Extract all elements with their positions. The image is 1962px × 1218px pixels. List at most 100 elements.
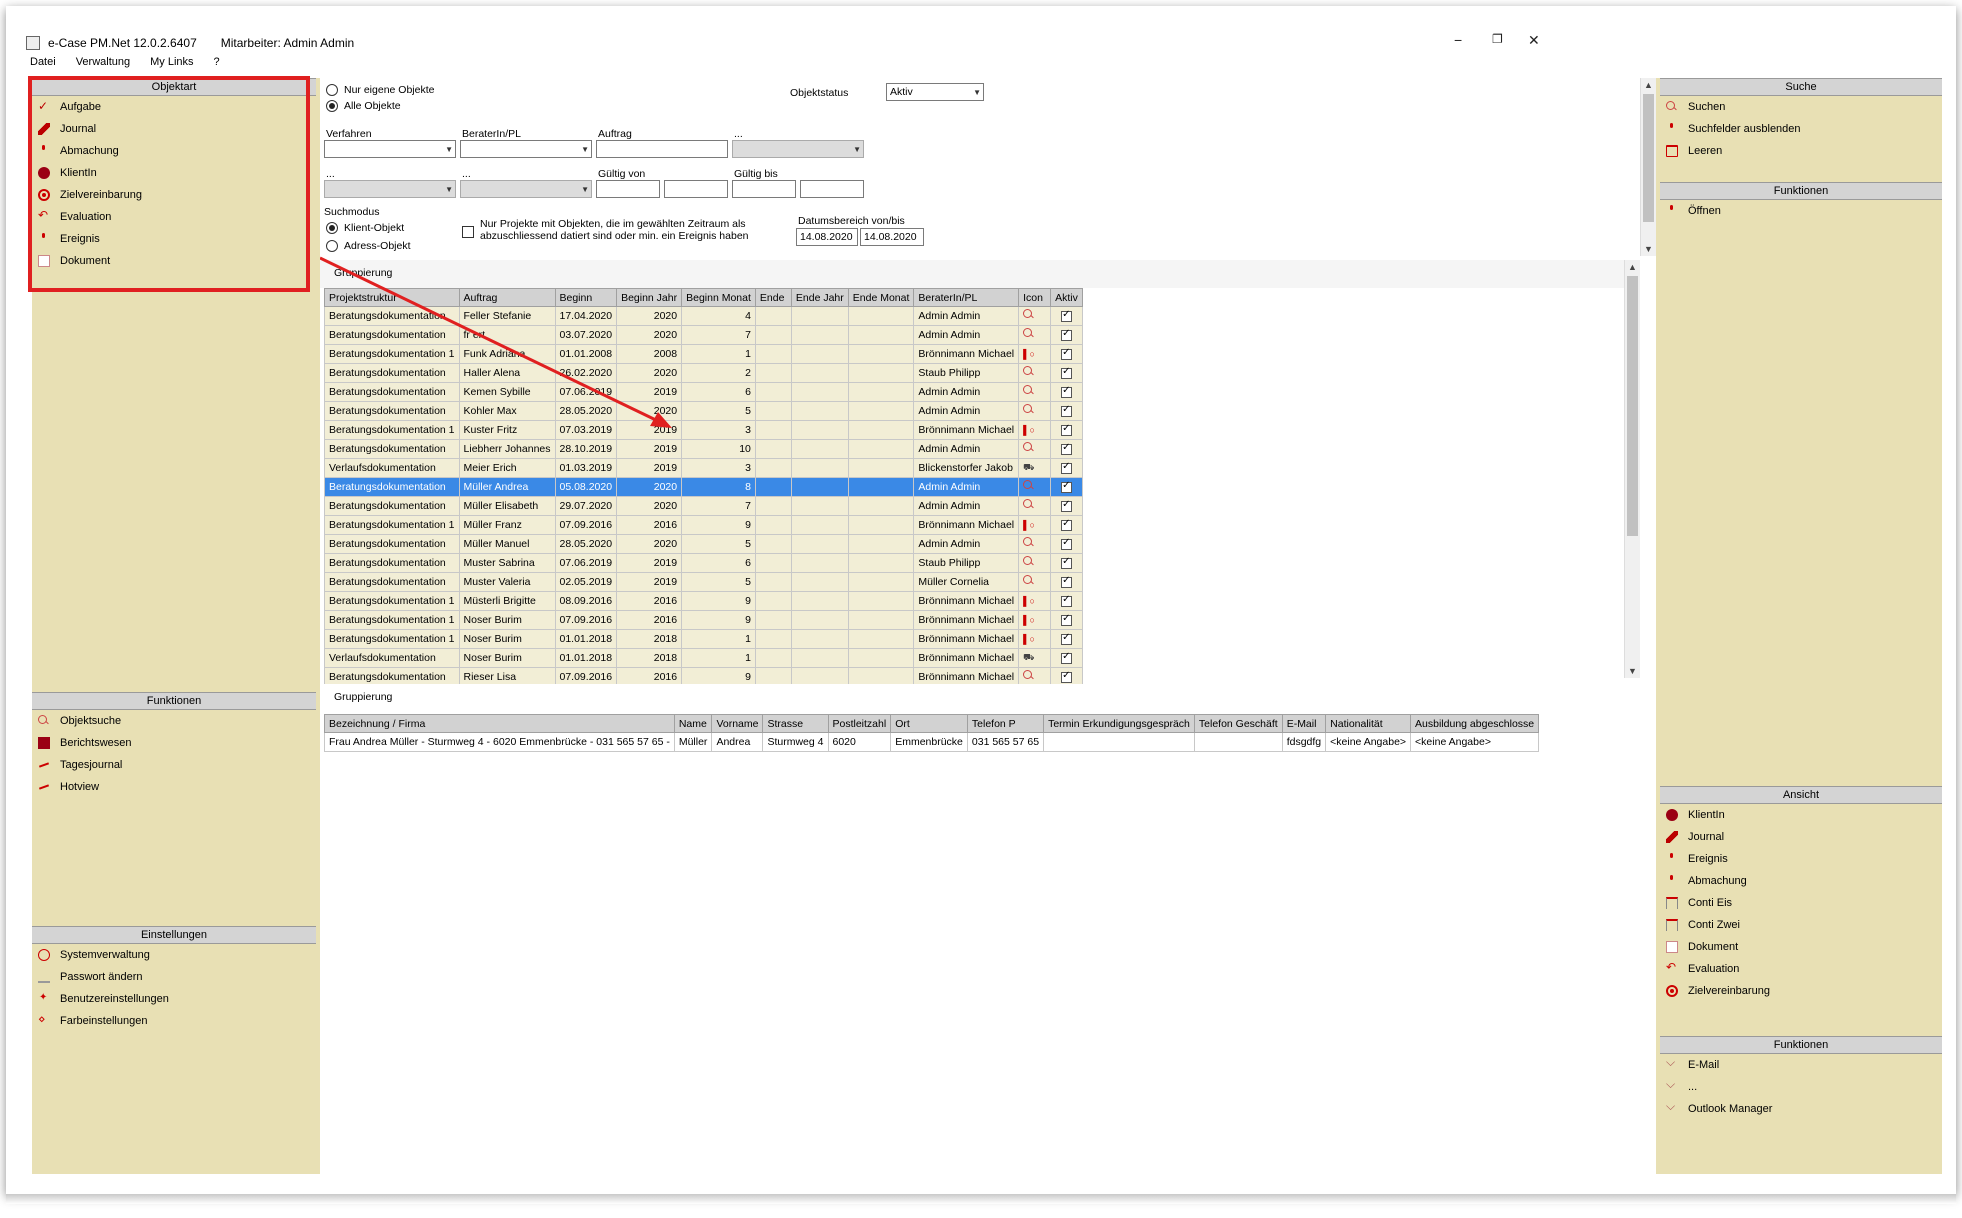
close-button[interactable]: ✕ xyxy=(1528,32,1540,49)
menu-verwaltung[interactable]: Verwaltung xyxy=(76,56,130,74)
aktiv-checkbox[interactable] xyxy=(1061,670,1073,683)
aktiv-checkbox[interactable] xyxy=(1061,594,1073,607)
table-row[interactable]: Beratungsdokumentation Müller Elisabeth 29… xyxy=(324,496,1084,516)
ansicht-item-dokument[interactable]: Dokument xyxy=(1660,936,1942,958)
table-row[interactable]: Beratungsdokumentation 1 Noser Burim 07.09… xyxy=(324,610,1084,630)
scroll-down-icon[interactable]: ▼ xyxy=(1644,244,1653,254)
table-row[interactable]: Beratungsdokumentation 1 Noser Burim 01.01… xyxy=(324,629,1084,649)
aktiv-checkbox[interactable] xyxy=(1061,575,1073,588)
date-from-input[interactable]: 14.08.2020 xyxy=(796,228,858,246)
ansicht-item-conti-eis[interactable]: Conti Eis xyxy=(1660,892,1942,914)
gueltig-bis-input-1[interactable] xyxy=(732,180,796,198)
objektart-item-dokument[interactable]: Dokument xyxy=(32,250,316,272)
menu-help[interactable]: ? xyxy=(214,56,220,74)
column-header-beginn-jahr[interactable]: Beginn Jahr xyxy=(616,288,683,307)
menu-my-links[interactable]: My Links xyxy=(150,56,193,74)
table-row[interactable]: Beratungsdokumentation 1 Müsterli Brigitt… xyxy=(324,591,1084,611)
address-column-bezeichnung-firma[interactable]: Bezeichnung / Firma xyxy=(324,714,675,733)
aktiv-checkbox[interactable] xyxy=(1061,328,1073,341)
scroll-down-icon[interactable]: ▼ xyxy=(1628,666,1637,676)
objektart-item-klientin[interactable]: KlientIn xyxy=(32,162,316,184)
aktiv-checkbox[interactable] xyxy=(1061,651,1073,664)
address-column-vorname[interactable]: Vorname xyxy=(711,714,764,733)
ansicht-item-journal[interactable]: Journal xyxy=(1660,826,1942,848)
radio-klient-objekt[interactable] xyxy=(326,222,338,234)
date-to-input[interactable]: 14.08.2020 xyxy=(860,228,924,246)
funktionen-item-berichtswesen[interactable]: Berichtswesen xyxy=(32,732,316,754)
table-row[interactable]: Beratungsdokumentation Haller Alena 26.02.… xyxy=(324,363,1084,383)
einstellungen-item-benutzereinstellungen[interactable]: Benutzereinstellungen xyxy=(32,988,316,1010)
aktiv-checkbox[interactable] xyxy=(1061,499,1073,512)
column-header-projektstruktur[interactable]: Projektstruktur xyxy=(324,288,460,307)
objektart-item-aufgabe[interactable]: Aufgabe xyxy=(32,96,316,118)
table-row[interactable]: Beratungsdokumentation Müller Andrea 05.08… xyxy=(324,477,1084,497)
aktiv-checkbox[interactable] xyxy=(1061,442,1073,455)
address-column-name[interactable]: Name xyxy=(673,714,713,733)
scroll-thumb[interactable] xyxy=(1627,276,1638,536)
objektart-item-journal[interactable]: Journal xyxy=(32,118,316,140)
menu-datei[interactable]: Datei xyxy=(30,56,56,74)
suche-item-suchfelder-ausblenden[interactable]: Suchfelder ausblenden xyxy=(1660,118,1942,140)
aktiv-checkbox[interactable] xyxy=(1061,423,1073,436)
minimize-button[interactable]: − xyxy=(1454,32,1462,48)
restore-button[interactable]: ❐ xyxy=(1492,32,1503,46)
address-column-ausbildung-abgeschlosse[interactable]: Ausbildung abgeschlosse xyxy=(1410,714,1540,733)
address-column-e-mail[interactable]: E-Mail xyxy=(1281,714,1327,733)
objektart-item-ereignis[interactable]: Ereignis xyxy=(32,228,316,250)
aktiv-checkbox[interactable] xyxy=(1061,309,1073,322)
gueltig-von-input-2[interactable] xyxy=(664,180,728,198)
table-row[interactable]: Beratungsdokumentation fr ert 03.07.2020 20… xyxy=(324,325,1084,345)
column-header-ende-jahr[interactable]: Ende Jahr xyxy=(790,288,849,307)
ansicht-item-abmachung[interactable]: Abmachung xyxy=(1660,870,1942,892)
radio-own-objects[interactable] xyxy=(326,84,338,96)
table-row[interactable]: Beratungsdokumentation Liebherr Johannes 2… xyxy=(324,439,1084,459)
funktionen-item-hotview[interactable]: Hotview xyxy=(32,776,316,798)
address-column-telefon-geschäft[interactable]: Telefon Geschäft xyxy=(1193,714,1283,733)
aktiv-checkbox[interactable] xyxy=(1061,385,1073,398)
suche-item-leeren[interactable]: Leeren xyxy=(1660,140,1942,162)
column-header-beraterin-pl[interactable]: BeraterIn/PL xyxy=(913,288,1020,307)
objektart-item-zielvereinbarung[interactable]: Zielvereinbarung xyxy=(32,184,316,206)
aktiv-checkbox[interactable] xyxy=(1061,480,1073,493)
aktiv-checkbox[interactable] xyxy=(1061,404,1073,417)
scroll-up-icon[interactable]: ▲ xyxy=(1628,262,1637,272)
table-row[interactable]: Beratungsdokumentation Feller Stefanie 17.… xyxy=(324,306,1084,326)
ansicht-item-zielvereinbarung[interactable]: Zielvereinbarung xyxy=(1660,980,1942,1002)
einstellungen-item-passwort-ändern[interactable]: Passwort ändern xyxy=(32,966,316,988)
right-funktionen2-item-item[interactable]: ... xyxy=(1660,1076,1942,1098)
aktiv-checkbox[interactable] xyxy=(1061,347,1073,360)
address-column-nationalität[interactable]: Nationalität xyxy=(1325,714,1412,733)
extra-select-3[interactable]: ▼ xyxy=(460,180,592,198)
column-header-ende[interactable]: Ende xyxy=(754,288,792,307)
table-row[interactable]: Beratungsdokumentation 1 Kuster Fritz 07.0… xyxy=(324,420,1084,440)
ansicht-item-klientin[interactable]: KlientIn xyxy=(1660,804,1942,826)
extra-select[interactable]: ▼ xyxy=(732,140,864,158)
gueltig-von-input-1[interactable] xyxy=(596,180,660,198)
radio-adress-objekt[interactable] xyxy=(326,240,338,252)
suche-item-suchen[interactable]: Suchen xyxy=(1660,96,1942,118)
table-row[interactable]: Beratungsdokumentation 1 Müller Franz 07.0… xyxy=(324,515,1084,535)
auftrag-input[interactable] xyxy=(596,140,728,158)
table-row[interactable]: Beratungsdokumentation 1 Funk Adriana 01.0… xyxy=(324,344,1084,364)
address-column-ort[interactable]: Ort xyxy=(890,714,968,733)
ansicht-item-conti-zwei[interactable]: Conti Zwei xyxy=(1660,914,1942,936)
address-row[interactable]: Frau Andrea Müller - Sturmweg 4 - 6020 E… xyxy=(324,732,1540,752)
verfahren-select[interactable]: ▼ xyxy=(324,140,456,158)
column-header-beginn[interactable]: Beginn xyxy=(554,288,618,307)
table-row[interactable]: Beratungsdokumentation Muster Sabrina 07.0… xyxy=(324,553,1084,573)
gueltig-bis-input-2[interactable] xyxy=(800,180,864,198)
radio-all-objects[interactable] xyxy=(326,100,338,112)
address-column-termin-erkundigungsgespräch[interactable]: Termin Erkundigungsgespräch xyxy=(1043,714,1195,733)
aktiv-checkbox[interactable] xyxy=(1061,537,1073,550)
right-funktionen2-item-e-mail[interactable]: E-Mail xyxy=(1660,1054,1942,1076)
ansicht-item-evaluation[interactable]: Evaluation xyxy=(1660,958,1942,980)
address-column-postleitzahl[interactable]: Postleitzahl xyxy=(827,714,892,733)
table-row[interactable]: Beratungsdokumentation Kohler Max 28.05.20… xyxy=(324,401,1084,421)
column-header-ende-monat[interactable]: Ende Monat xyxy=(847,288,915,307)
aktiv-checkbox[interactable] xyxy=(1061,613,1073,626)
aktiv-checkbox[interactable] xyxy=(1061,366,1073,379)
filter-scrollbar[interactable]: ▲ ▼ xyxy=(1640,78,1656,256)
address-column-strasse[interactable]: Strasse xyxy=(762,714,829,733)
column-header-aktiv[interactable]: Aktiv xyxy=(1050,288,1084,307)
objektstatus-select[interactable]: Aktiv ▼ xyxy=(886,83,984,101)
